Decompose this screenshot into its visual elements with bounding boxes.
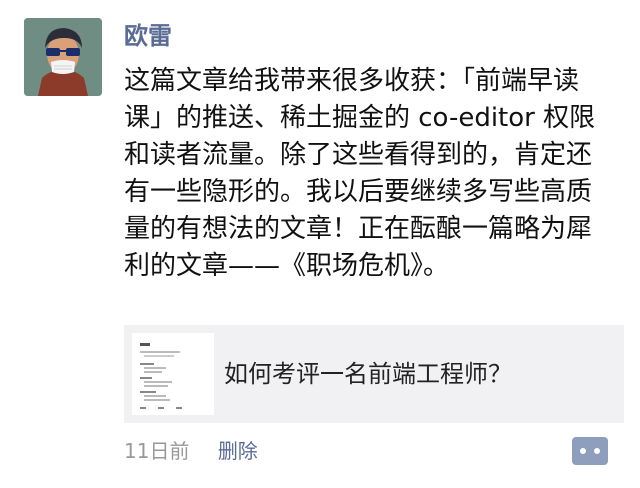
thumbnail-image bbox=[132, 333, 214, 415]
author-name[interactable]: 欧雷 bbox=[124, 18, 172, 54]
moments-post: 欧雷 这篇文章给我带来很多收获：「前端早读课」的推送、稀土掘金的 co-edit… bbox=[0, 0, 640, 488]
avatar-image bbox=[24, 18, 102, 96]
delete-button[interactable]: 删除 bbox=[218, 436, 258, 466]
post-text: 这篇文章给我带来很多收获：「前端早读课」的推送、稀土掘金的 co-editor … bbox=[124, 66, 596, 281]
comment-bubble-icon bbox=[572, 437, 608, 465]
article-thumbnail bbox=[132, 333, 214, 415]
comment-icon[interactable] bbox=[572, 437, 608, 465]
avatar[interactable] bbox=[24, 18, 102, 96]
shared-link-card[interactable]: 如何考评一名前端工程师？ bbox=[124, 325, 624, 423]
post-meta: 11日前 删除 bbox=[124, 436, 258, 466]
link-title: 如何考评一名前端工程师？ bbox=[224, 360, 512, 388]
post-time: 11日前 bbox=[124, 439, 190, 463]
